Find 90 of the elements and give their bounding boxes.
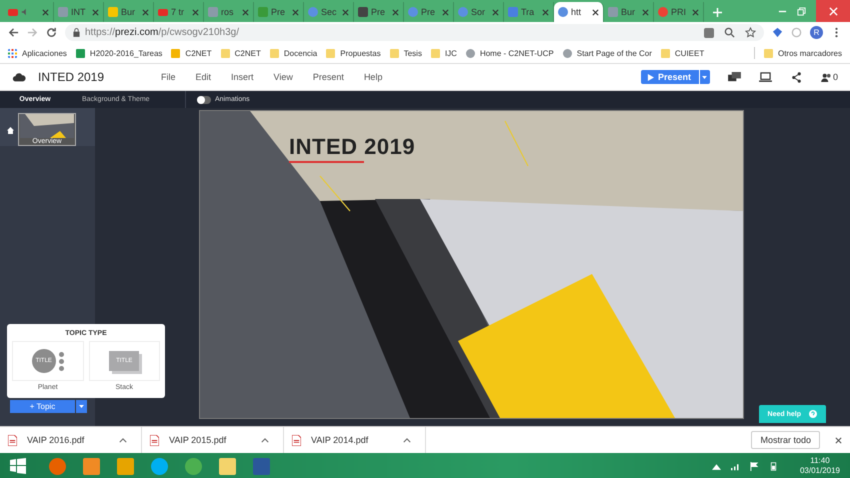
browser-tab[interactable]: Sec — [304, 2, 354, 22]
bookmark-item[interactable]: CUIEET — [660, 48, 704, 58]
show-all-button[interactable]: Mostrar todo — [751, 431, 820, 449]
back-arrow-icon[interactable] — [8, 27, 19, 38]
close-icon[interactable] — [592, 8, 599, 16]
chevron-up-icon[interactable] — [119, 438, 127, 442]
network-icon[interactable] — [730, 462, 740, 470]
laptop-icon[interactable] — [758, 72, 772, 82]
globe-icon — [308, 7, 318, 17]
battery-icon[interactable] — [768, 462, 778, 470]
globe-icon — [558, 7, 568, 17]
globe-icon — [458, 7, 468, 17]
help-icon — [809, 410, 817, 418]
menu-item[interactable]: Edit — [196, 72, 212, 82]
browser-tab[interactable]: 7 tr — [154, 2, 204, 22]
arrow-up-icon[interactable] — [712, 462, 721, 470]
pdf-file-icon — [292, 434, 301, 446]
bookmark-item[interactable]: IJC — [430, 48, 457, 58]
slide-title[interactable]: INTED 2019 — [289, 134, 416, 160]
flag-icon[interactable] — [750, 462, 759, 470]
bookmark-item[interactable]: Aplicaciones — [8, 48, 67, 58]
favicon-icon — [108, 7, 118, 17]
reload-icon[interactable] — [46, 27, 57, 38]
slide[interactable]: INTED 2019 — [200, 111, 743, 418]
bookmark-item[interactable]: H2020-2016_Tareas — [76, 48, 162, 58]
favicon-icon — [358, 7, 368, 17]
caret-icon — [79, 405, 84, 408]
add-topic-button[interactable]: + Topic — [10, 400, 75, 413]
present-button[interactable]: Present — [640, 70, 699, 84]
thumbnail-drawing — [19, 114, 75, 138]
favicon-icon — [208, 7, 218, 17]
bookmark-item[interactable]: Otros marcadores — [764, 48, 842, 58]
bookmark-item[interactable]: Propuestas — [326, 48, 381, 58]
browser-tab[interactable]: Bur — [104, 2, 154, 22]
browser-tab[interactable]: Pre — [404, 2, 454, 22]
star-icon[interactable] — [745, 27, 756, 38]
presentation-title[interactable]: INTED 2019 — [38, 70, 153, 84]
chevron-up-icon[interactable] — [403, 438, 411, 442]
animations-toggle[interactable] — [197, 96, 211, 104]
menu-item[interactable]: Insert — [231, 72, 254, 82]
menu-item[interactable]: Help — [364, 72, 382, 82]
menu-item[interactable]: Present — [312, 72, 344, 82]
favicon-icon — [258, 7, 268, 17]
menu-item[interactable]: File — [161, 72, 176, 82]
bookmark-item[interactable]: C2NET — [171, 48, 212, 58]
browser-tab[interactable]: ros — [204, 2, 254, 22]
play-icon — [646, 74, 654, 80]
browser-tab[interactable]: PRI — [654, 2, 704, 22]
apps-grid-icon — [8, 48, 17, 58]
caret-icon — [702, 76, 708, 78]
bookmark-item[interactable]: Tesis — [390, 48, 422, 58]
pdf-file-icon — [8, 434, 17, 446]
globe-icon — [408, 7, 418, 17]
bookmark-item[interactable]: Home - C2NET-UCP — [466, 48, 554, 58]
chevron-up-icon[interactable] — [261, 438, 269, 442]
present-dropdown-button[interactable] — [700, 70, 710, 84]
share-icon[interactable] — [790, 72, 803, 82]
cloud-icon[interactable] — [12, 72, 26, 82]
pdf-file-icon — [150, 434, 159, 446]
globe-icon — [658, 7, 668, 17]
browser-tab[interactable]: Sor — [454, 2, 504, 22]
favicon-icon — [508, 7, 518, 17]
windows-start-icon[interactable] — [10, 458, 26, 474]
video-icon — [8, 8, 18, 16]
chat-icon[interactable] — [728, 72, 741, 82]
browser-tab[interactable]: Bur — [604, 2, 654, 22]
topic-dropdown-button[interactable] — [76, 400, 87, 413]
bookmark-item[interactable]: C2NET — [220, 48, 261, 58]
close-icon[interactable] — [835, 436, 842, 444]
favicon-icon — [608, 7, 618, 17]
collaborators-count[interactable]: 0 — [820, 72, 838, 82]
search-icon[interactable] — [724, 27, 735, 38]
profile-avatar[interactable]: R — [810, 26, 823, 39]
new-tab-icon[interactable] — [713, 8, 722, 17]
browser-tab[interactable]: Pre — [354, 2, 404, 22]
browser-tab[interactable]: htt — [554, 2, 604, 22]
browser-tab[interactable]: Tra — [504, 2, 554, 22]
lock-icon — [73, 28, 80, 37]
bookmark-item[interactable]: Start Page of the Cor — [562, 48, 652, 58]
browser-tab[interactable]: Pre — [254, 2, 304, 22]
browser-tab[interactable]: INT — [54, 2, 104, 22]
video-icon — [158, 8, 168, 16]
menu-item[interactable]: View — [274, 72, 293, 82]
close-window-button[interactable] — [816, 0, 850, 22]
home-icon — [7, 127, 14, 134]
restore-icon[interactable] — [797, 6, 806, 16]
bookmark-item[interactable]: Docencia — [270, 48, 318, 58]
clock[interactable]: 11:40 03/01/2019 — [800, 456, 840, 476]
favicon-icon — [58, 7, 68, 17]
address-field[interactable]: https://prezi.com/p/cwsogv210h3g/ — [65, 24, 764, 41]
